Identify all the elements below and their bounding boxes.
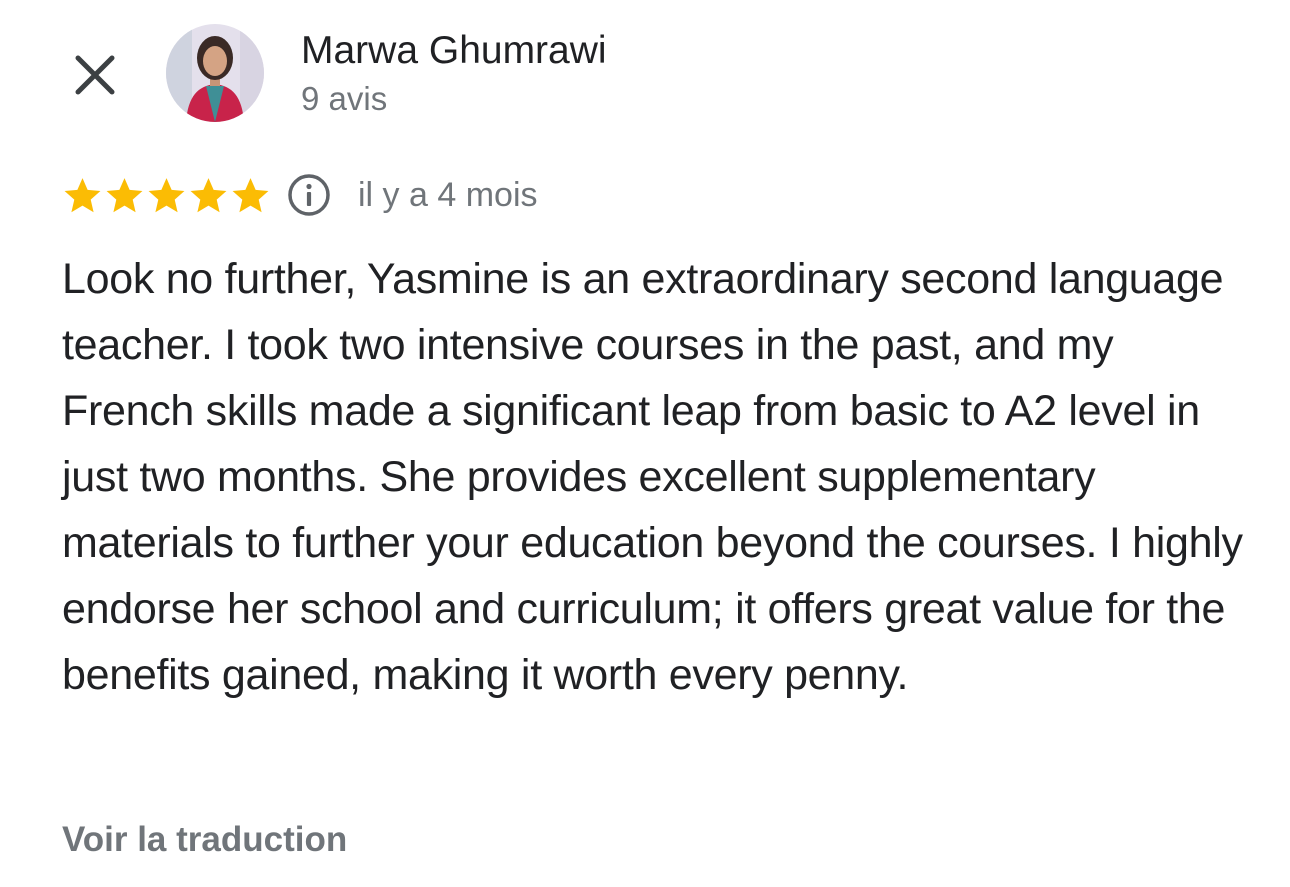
star-icon [104, 175, 145, 216]
star-icon [230, 175, 271, 216]
star-icon [188, 175, 229, 216]
star-icon [62, 175, 103, 216]
close-button[interactable] [66, 46, 124, 104]
translate-link[interactable]: Voir la traduction [62, 818, 347, 862]
star-rating [62, 175, 272, 216]
star-icon [146, 175, 187, 216]
reviewer-name[interactable]: Marwa Ghumrawi [301, 29, 607, 73]
review-text: Look no further, Yasmine is an extraordi… [62, 255, 1243, 699]
reviewer-avatar[interactable] [166, 24, 264, 122]
rating-row: il y a 4 mois [62, 172, 538, 218]
close-icon [75, 55, 115, 95]
info-icon[interactable] [287, 173, 331, 217]
review-count: 9 avis [301, 80, 388, 117]
review-date: il y a 4 mois [358, 175, 538, 214]
